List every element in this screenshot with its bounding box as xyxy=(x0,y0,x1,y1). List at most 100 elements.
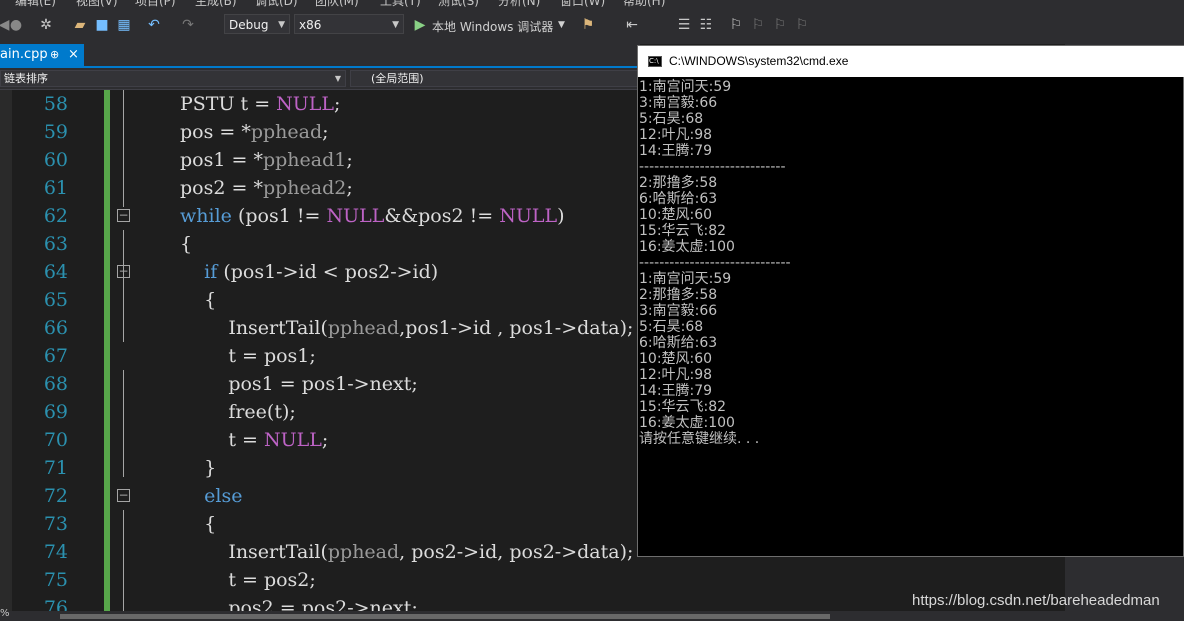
configuration-select[interactable]: Debug ▼ xyxy=(224,14,290,34)
horizontal-scrollbar[interactable]: % xyxy=(0,608,1184,621)
pin-icon[interactable]: ⊕ xyxy=(50,44,59,66)
bookmark-icon[interactable]: ⚐ xyxy=(728,17,744,33)
menu-item[interactable]: 分析(N) xyxy=(498,0,540,8)
code-text: } xyxy=(180,457,217,479)
console-title-bar[interactable]: C:\ C:\WINDOWS\system32\cmd.exe xyxy=(638,46,1184,77)
outline-line xyxy=(123,370,124,477)
zoom-level[interactable]: % xyxy=(0,608,10,619)
console-line: 14:王腾:79 xyxy=(639,143,713,159)
code-line[interactable]: 74 InsertTail(pphead, pos2->id, pos2->da… xyxy=(0,538,640,566)
tab-label: ain.cpp xyxy=(0,47,48,62)
scope-nav-select[interactable]: (全局范围) xyxy=(350,70,640,87)
code-line[interactable]: 70 t = NULL; xyxy=(0,426,640,454)
code-text: t = pos2; xyxy=(180,569,316,591)
collapse-icon[interactable]: − xyxy=(117,489,130,502)
code-line[interactable]: 59 pos = *pphead; xyxy=(0,118,640,146)
console-icon: C:\ xyxy=(648,56,662,67)
menu-item[interactable]: 工具(T) xyxy=(380,0,421,8)
code-line[interactable]: 76 pos2 = pos2->next; xyxy=(0,594,640,611)
line-number: 65 xyxy=(43,289,68,311)
platform-select[interactable]: x86 ▼ xyxy=(294,14,404,34)
code-text: { xyxy=(180,513,217,535)
attach-icon[interactable]: ⚑ xyxy=(580,17,596,33)
code-line[interactable]: 71 } xyxy=(0,454,640,482)
open-file-icon[interactable]: ▰ xyxy=(72,17,88,33)
console-line: 2:那撸多:58 xyxy=(639,175,718,191)
next-bookmark-icon[interactable]: ⚐ xyxy=(772,17,788,33)
line-number: 63 xyxy=(43,233,68,255)
code-line[interactable]: 72 else xyxy=(0,482,640,510)
project-nav-value: 链表排序 xyxy=(4,72,48,85)
menu-item[interactable]: 调试(D) xyxy=(255,0,298,8)
console-line: 5:石昊:68 xyxy=(639,319,704,335)
close-icon[interactable]: × xyxy=(68,44,79,66)
menu-item[interactable]: 生成(B) xyxy=(195,0,237,8)
menu-item[interactable]: 项目(P) xyxy=(135,0,176,8)
line-number: 74 xyxy=(43,541,68,563)
console-line: 6:哈斯给:63 xyxy=(639,191,718,207)
save-icon[interactable]: ■ xyxy=(94,17,110,33)
indent-icon[interactable]: ⇤ xyxy=(624,17,640,33)
code-text: InsertTail(pphead,pos1->id , pos1->data)… xyxy=(180,317,634,339)
console-line: 3:南宫毅:66 xyxy=(639,303,718,319)
line-number: 72 xyxy=(43,485,68,507)
line-number: 67 xyxy=(43,345,68,367)
code-line[interactable]: 60 pos1 = *pphead1; xyxy=(0,146,640,174)
scrollbar-thumb[interactable] xyxy=(60,614,830,619)
console-line: 12:叶凡:98 xyxy=(639,367,713,383)
code-editor[interactable]: 58 PSTU t = NULL; 59 pos = *pphead; 60 pos1 =… xyxy=(0,90,640,611)
console-line: 14:王腾:79 xyxy=(639,383,713,399)
code-line[interactable]: 65 { xyxy=(0,286,640,314)
code-line[interactable]: 63 { xyxy=(0,230,640,258)
undo-icon[interactable]: ↶ xyxy=(146,17,162,33)
configuration-value: Debug xyxy=(229,18,269,32)
run-debugger-button[interactable]: 本地 Windows 调试器 xyxy=(432,18,553,34)
collapse-icon[interactable]: − xyxy=(117,209,130,222)
code-line[interactable]: 73 { xyxy=(0,510,640,538)
menu-item[interactable]: 测试(S) xyxy=(438,0,479,8)
code-line[interactable]: 58 PSTU t = NULL; xyxy=(0,90,640,118)
line-number: 68 xyxy=(43,373,68,395)
code-line[interactable]: 64 if (pos1->id < pos2->id) xyxy=(0,258,640,286)
chevron-down-icon[interactable]: ▼ xyxy=(558,20,565,36)
console-title: C:\WINDOWS\system32\cmd.exe xyxy=(669,54,849,68)
code-line[interactable]: 67 t = pos1; xyxy=(0,342,640,370)
code-line[interactable]: 69 free(t); xyxy=(0,398,640,426)
code-text: { xyxy=(180,233,193,255)
console-line: 15:华云飞:82 xyxy=(639,399,727,415)
line-number: 71 xyxy=(43,457,68,479)
line-number: 58 xyxy=(43,93,68,115)
line-number: 70 xyxy=(43,429,68,451)
console-line: 15:华云飞:82 xyxy=(639,223,727,239)
uncomment-icon[interactable]: ☷ xyxy=(698,17,714,33)
code-line[interactable]: 68 pos1 = pos1->next; xyxy=(0,370,640,398)
code-line[interactable]: 75 t = pos2; xyxy=(0,566,640,594)
outline-line xyxy=(123,230,124,342)
menu-item[interactable]: 窗口(W) xyxy=(560,0,605,8)
menu-item[interactable]: 帮助(H) xyxy=(623,0,665,8)
line-number: 64 xyxy=(43,261,68,283)
play-icon[interactable]: ▶ xyxy=(412,17,428,33)
new-project-icon[interactable]: ✲ xyxy=(38,17,54,33)
project-nav-select[interactable]: 链表排序 ▼ xyxy=(0,70,346,87)
save-all-icon[interactable]: ▦ xyxy=(116,17,132,33)
line-number: 62 xyxy=(43,205,68,227)
console-window[interactable]: C:\ C:\WINDOWS\system32\cmd.exe 1:南宫问天:5… xyxy=(637,45,1184,557)
scope-nav-value: (全局范围) xyxy=(371,72,424,85)
line-number: 61 xyxy=(43,177,68,199)
menu-item[interactable]: 视图(V) xyxy=(76,0,118,8)
forward-icon[interactable]: ● xyxy=(8,17,24,33)
code-line[interactable]: 62 while (pos1 != NULL&&pos2 != NULL) xyxy=(0,202,640,230)
menu-item[interactable]: 编辑(E) xyxy=(15,0,56,8)
menu-item[interactable]: 团队(M) xyxy=(315,0,359,8)
console-line: ----------------------------- xyxy=(639,159,786,175)
code-line[interactable]: 66 InsertTail(pphead,pos1->id , pos1->da… xyxy=(0,314,640,342)
console-line: 10:楚风:60 xyxy=(639,351,713,367)
prev-bookmark-icon[interactable]: ⚐ xyxy=(750,17,766,33)
code-line[interactable]: 61 pos2 = *pphead2; xyxy=(0,174,640,202)
chevron-down-icon: ▼ xyxy=(278,20,285,30)
comment-icon[interactable]: ☰ xyxy=(676,17,692,33)
tab-main-cpp[interactable]: ain.cpp ⊕ × xyxy=(0,44,84,66)
clear-bookmark-icon[interactable]: ⚐ xyxy=(794,17,810,33)
redo-icon[interactable]: ↷ xyxy=(180,17,196,33)
